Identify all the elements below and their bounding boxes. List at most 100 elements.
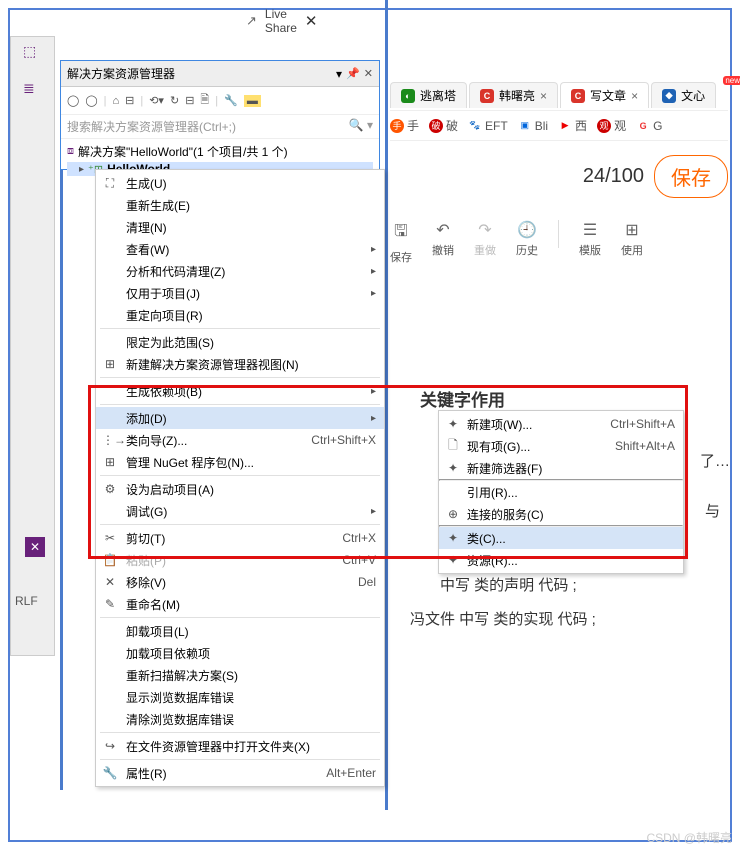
act-redo: ↷重做 [474, 220, 496, 258]
act-save[interactable]: 🖫保存 [390, 220, 412, 265]
counter-text: 24/100 [583, 165, 644, 188]
explorer-search[interactable]: 搜索解决方案资源管理器(Ctrl+;) 🔍 ▾ [61, 115, 379, 139]
search-placeholder: 搜索解决方案资源管理器(Ctrl+;) [67, 118, 349, 135]
mi-build-deps[interactable]: 生成依赖项(B)▸ [96, 380, 384, 402]
tab-close-icon[interactable]: × [540, 89, 547, 103]
new-badge: new [723, 76, 740, 85]
existing-icon: 🗋 [445, 436, 461, 457]
collapse-icon[interactable]: ⊟ [185, 94, 194, 107]
mi-build[interactable]: ⛶生成(U) [96, 172, 384, 194]
mi-retarget[interactable]: 重定向项目(R) [96, 304, 384, 326]
mi-cut[interactable]: ✂剪切(T)Ctrl+X [96, 527, 384, 549]
close-panel-icon[interactable]: ✕ [364, 67, 373, 80]
act-history[interactable]: 🕘历史 [516, 220, 538, 258]
mi-nuget[interactable]: ⊞管理 NuGet 程序包(N)... [96, 451, 384, 473]
refresh-icon[interactable]: ↻ [170, 94, 179, 107]
mi-view[interactable]: 查看(W)▸ [96, 238, 384, 260]
bm-bli[interactable]: ▣Bli [518, 117, 548, 134]
mi-scope[interactable]: 限定为此范围(S) [96, 331, 384, 353]
mi-rename[interactable]: ✎重命名(M) [96, 593, 384, 615]
dropdown-icon[interactable]: ▾ [336, 67, 342, 81]
explorer-title-bar[interactable]: 解决方案资源管理器 ▾ 📌 ✕ [61, 61, 379, 87]
sync-icon[interactable]: ⟲▾ [149, 94, 164, 107]
mi-debug[interactable]: 调试(G)▸ [96, 500, 384, 522]
mi-open-folder[interactable]: ↪在文件资源管理器中打开文件夹(X) [96, 735, 384, 757]
fwd-icon[interactable]: ◯ [85, 94, 97, 107]
filter-icon: ✦ [445, 461, 461, 475]
smi-resource[interactable]: ✦资源(R)... [439, 549, 683, 571]
pin-icon[interactable]: 📌 [346, 67, 360, 80]
bm-eft[interactable]: 🐾EFT [468, 117, 508, 134]
smi-class[interactable]: ✦类(C)... [439, 527, 683, 549]
mi-new-view[interactable]: ⊞新建解决方案资源管理器视图(N) [96, 353, 384, 375]
mi-add[interactable]: 添加(D)▸ [96, 407, 384, 429]
smi-existing[interactable]: 🗋现有项(G)...Shift+Alt+A [439, 435, 683, 457]
resource-icon: ✦ [445, 553, 461, 567]
home-icon[interactable]: ⌂ [112, 95, 119, 107]
solution-node[interactable]: ⧈ 解决方案"HelloWorld"(1 个项目/共 1 个) [67, 143, 373, 160]
add-submenu: ✦新建项(W)...Ctrl+Shift+A 🗋现有项(G)...Shift+A… [438, 410, 684, 574]
browser-panel: ◐逃离塔 C韩曙亮× C写文章× ◆文心 手手 破破 🐾EFT ▣Bli ▶西 … [390, 80, 728, 360]
tab-1[interactable]: C韩曙亮× [469, 82, 558, 108]
mi-rebuild[interactable]: 重新生成(E) [96, 194, 384, 216]
favicon-0: ◐ [401, 89, 415, 103]
tab-0[interactable]: ◐逃离塔 [390, 82, 467, 108]
server-icon[interactable]: ≣ [23, 80, 54, 97]
solution-explorer: 解决方案资源管理器 ▾ 📌 ✕ ◯ ◯ | ⌂ ⊟ | ⟲▾ ↻ ⊟ 🗎 | 🔧… [60, 60, 380, 170]
action-bar: 🖫保存 ↶撤销 ↷重做 🕘历史 ☰new模版 ⊞使用 [390, 212, 728, 273]
bm-g[interactable]: GG [636, 117, 662, 134]
act-template[interactable]: ☰new模版 [579, 220, 601, 258]
close-icon[interactable]: ✕ [305, 12, 318, 30]
text-fragment-1: 了… [700, 450, 730, 471]
watermark: CSDN @韩曙亮 [646, 829, 732, 846]
mi-project-only[interactable]: 仅用于项目(J)▸ [96, 282, 384, 304]
smi-connected[interactable]: ⊕连接的服务(C) [439, 503, 683, 525]
act-undo[interactable]: ↶撤销 [432, 220, 454, 258]
new-view-icon: ⊞ [102, 357, 118, 371]
smi-filter[interactable]: ✦新建筛选器(F) [439, 457, 683, 479]
vs-top-bar: ↗ Live Share ✕ [6, 6, 326, 36]
rename-icon: ✎ [102, 597, 118, 611]
mi-remove[interactable]: ✕移除(V)Del [96, 571, 384, 593]
mi-browse-err[interactable]: 显示浏览数据库错误 [96, 686, 384, 708]
mi-unload[interactable]: 卸载项目(L) [96, 620, 384, 642]
tab-close-icon[interactable]: × [631, 89, 638, 103]
toolbox-icon[interactable]: ⬚ [23, 43, 54, 60]
cut-icon: ✂ [102, 531, 118, 545]
mi-clear-browse-err[interactable]: 清除浏览数据库错误 [96, 708, 384, 730]
save-button[interactable]: 保存 [654, 155, 728, 198]
mi-properties[interactable]: 🔧属性(R)Alt+Enter [96, 762, 384, 784]
back-icon[interactable]: ◯ [67, 94, 79, 107]
undo-icon: ↶ [436, 220, 449, 240]
live-share-icon: ↗ [246, 13, 257, 29]
bm-hot[interactable]: 手手 [390, 117, 419, 134]
mi-startup[interactable]: ⚙设为启动项目(A) [96, 478, 384, 500]
build-icon: ⛶ [102, 176, 118, 191]
tab-2[interactable]: C写文章× [560, 82, 649, 108]
show-all-icon[interactable]: 🗎 [200, 91, 209, 110]
connected-icon: ⊕ [445, 507, 461, 521]
mi-clean[interactable]: 清理(N) [96, 216, 384, 238]
mi-class-wizard[interactable]: ⋮→类向导(Z)...Ctrl+Shift+X [96, 429, 384, 451]
mi-rescan[interactable]: 重新扫描解决方案(S) [96, 664, 384, 686]
use-icon: ⊞ [625, 220, 638, 240]
sidebar-close-icon[interactable]: ✕ [25, 537, 45, 557]
search-icon[interactable]: 🔍 ▾ [349, 118, 373, 135]
bm-guan[interactable]: 观观 [597, 117, 626, 134]
act-use[interactable]: ⊞使用 [621, 220, 643, 258]
flag-icon[interactable]: ▬ [244, 95, 261, 107]
bm-po[interactable]: 破破 [429, 117, 458, 134]
text-fragment-2: 与 [705, 500, 720, 521]
mi-load-deps[interactable]: 加载项目依赖项 [96, 642, 384, 664]
smi-new-item[interactable]: ✦新建项(W)...Ctrl+Shift+A [439, 413, 683, 435]
wrench-icon[interactable]: 🔧 [224, 94, 238, 107]
smi-reference[interactable]: 引用(R)... [439, 481, 683, 503]
tab-3[interactable]: ◆文心 [651, 82, 716, 108]
live-share-label[interactable]: Live Share [265, 7, 297, 35]
keyword-heading: 关键字作用 [420, 386, 505, 411]
expand-icon[interactable]: ▸ [79, 164, 84, 175]
mi-analyze[interactable]: 分析和代码清理(Z)▸ [96, 260, 384, 282]
gear-icon: ⚙ [102, 482, 118, 496]
bm-xi[interactable]: ▶西 [558, 117, 587, 134]
switch-icon[interactable]: ⊟ [125, 94, 134, 107]
